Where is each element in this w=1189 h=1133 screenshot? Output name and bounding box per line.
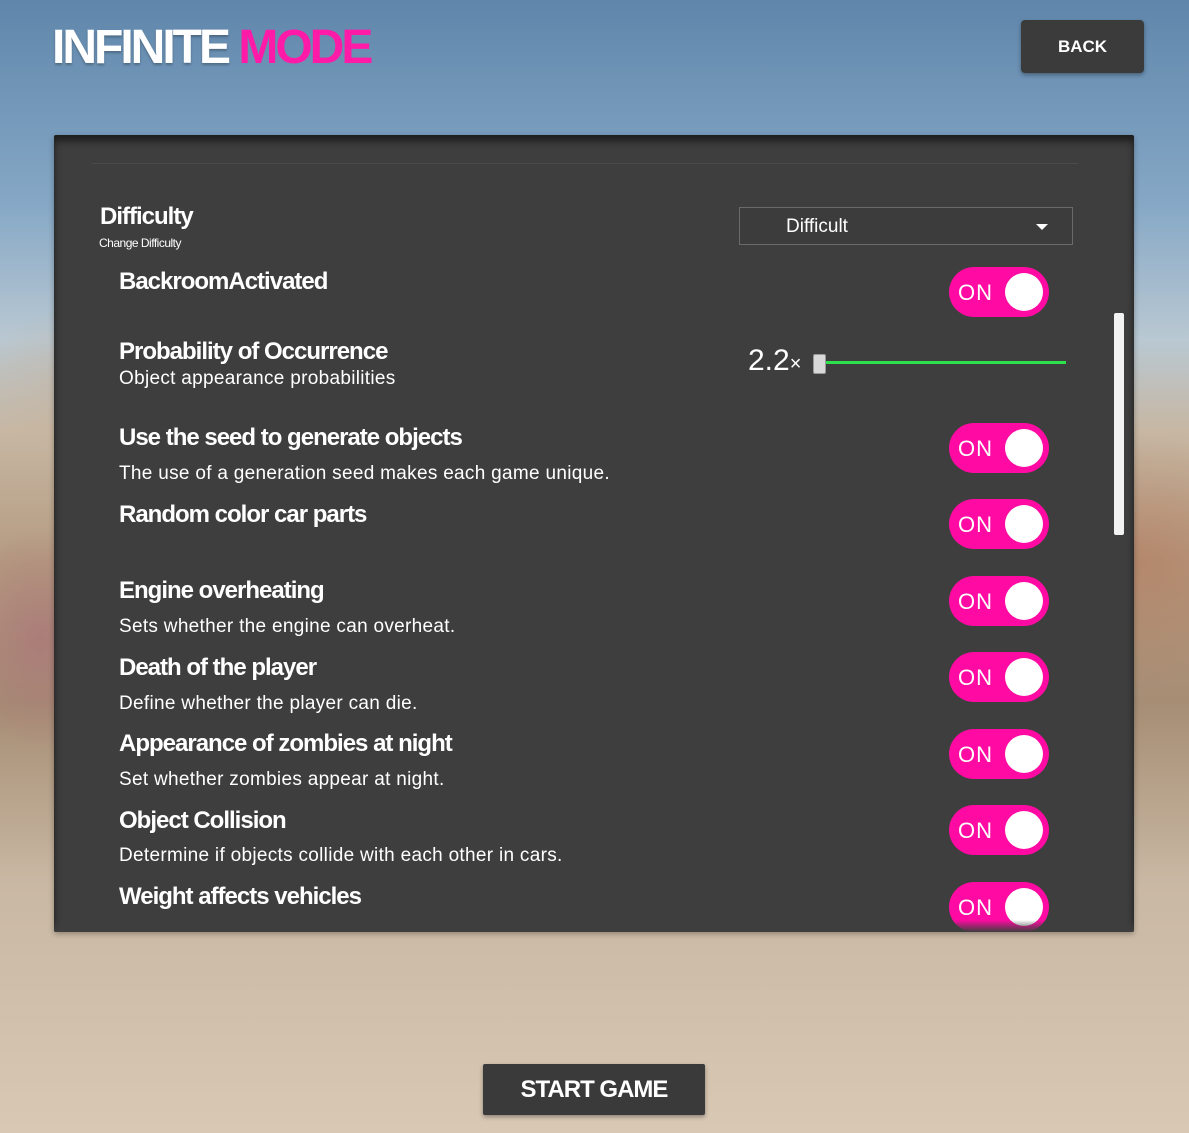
difficulty-dropdown[interactable]: Difficult — [739, 207, 1073, 245]
option-backroom-title: BackroomActivated — [119, 268, 328, 295]
toggle-knob — [1005, 273, 1043, 311]
title-infinite: INFINITE — [52, 21, 231, 74]
option-random-color-title: Random color car parts — [119, 501, 367, 528]
option-engine-desc: Sets whether the engine can overheat. — [119, 616, 456, 637]
probability-number: 2.2 — [748, 344, 790, 377]
option-probability-title: Probability of Occurrence — [119, 338, 388, 365]
toggle-death[interactable]: ON — [949, 652, 1049, 702]
toggle-label: ON — [958, 589, 993, 614]
probability-slider-track[interactable] — [820, 361, 1066, 364]
difficulty-selected: Difficult — [786, 216, 848, 237]
toggle-zombies[interactable]: ON — [949, 729, 1049, 779]
divider — [92, 163, 1078, 164]
option-probability-desc: Object appearance probabilities — [119, 368, 396, 389]
probability-slider-handle[interactable] — [813, 354, 826, 374]
difficulty-sublabel: Change Difficulty — [99, 236, 182, 250]
difficulty-label: Difficulty — [100, 203, 194, 230]
option-seed-desc: The use of a generation seed makes each … — [119, 463, 610, 484]
option-collision-desc: Determine if objects collide with each o… — [119, 845, 563, 866]
settings-panel: Difficulty Change Difficulty Difficult B… — [54, 135, 1134, 932]
toggle-label: ON — [958, 742, 993, 767]
option-death-title: Death of the player — [119, 654, 317, 681]
toggle-knob — [1005, 505, 1043, 543]
option-zombies-desc: Set whether zombies appear at night. — [119, 769, 445, 790]
toggle-knob — [1005, 811, 1043, 849]
option-collision-title: Object Collision — [119, 807, 287, 834]
toggle-label: ON — [958, 512, 993, 537]
toggle-engine[interactable]: ON — [949, 576, 1049, 626]
option-death-desc: Define whether the player can die. — [119, 693, 418, 714]
start-game-button[interactable]: START GAME — [483, 1064, 705, 1115]
toggle-label: ON — [958, 895, 993, 920]
option-engine-title: Engine overheating — [119, 577, 325, 604]
toggle-label: ON — [958, 280, 993, 305]
option-zombies-title: Appearance of zombies at night — [119, 730, 453, 757]
panel-bottom-fade — [54, 920, 1134, 932]
toggle-backroom[interactable]: ON — [949, 267, 1049, 317]
toggle-collision[interactable]: ON — [949, 805, 1049, 855]
probability-value: 2.2× — [748, 344, 801, 378]
toggle-knob — [1005, 582, 1043, 620]
chevron-down-icon — [1036, 224, 1048, 230]
scrollbar[interactable] — [1114, 313, 1124, 535]
back-button[interactable]: BACK — [1021, 20, 1144, 73]
title-mode: MODE — [238, 21, 373, 74]
toggle-knob — [1005, 735, 1043, 773]
probability-unit: × — [789, 353, 802, 375]
page-title: INFINITE MODE — [52, 21, 373, 74]
option-weight-title: Weight affects vehicles — [119, 883, 362, 910]
toggle-knob — [1005, 658, 1043, 696]
toggle-label: ON — [958, 665, 993, 690]
toggle-label: ON — [958, 818, 993, 843]
option-seed-title: Use the seed to generate objects — [119, 424, 463, 451]
toggle-label: ON — [958, 436, 993, 461]
toggle-seed[interactable]: ON — [949, 423, 1049, 473]
toggle-knob — [1005, 429, 1043, 467]
toggle-random-color[interactable]: ON — [949, 499, 1049, 549]
